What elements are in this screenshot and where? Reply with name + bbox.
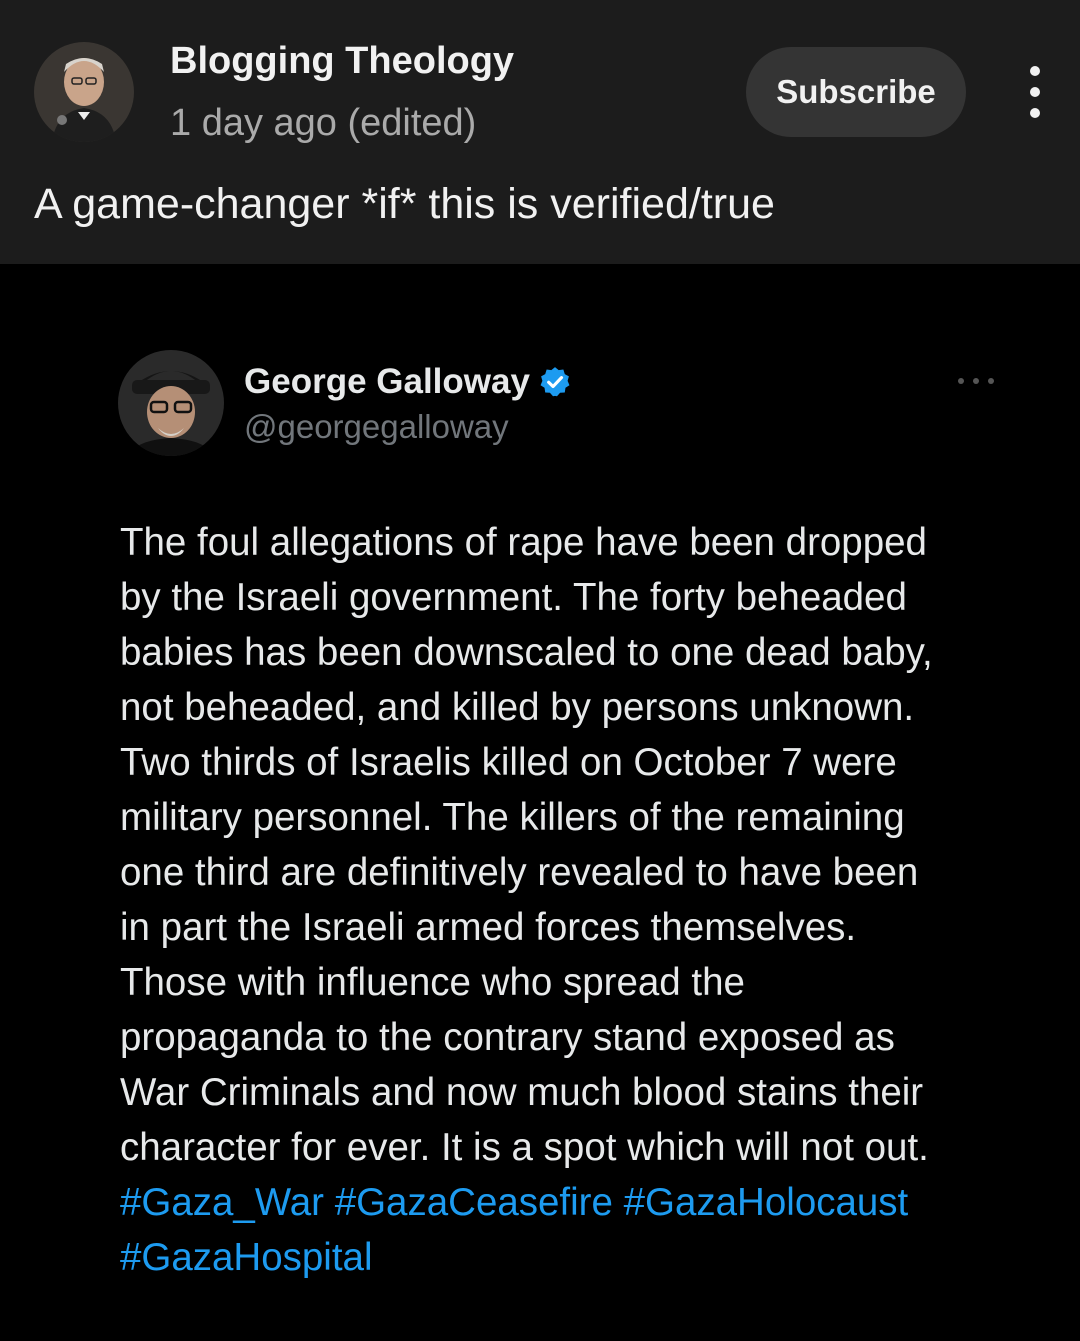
post-text: A game-changer *if* this is verified/tru… [34, 180, 775, 228]
tweet-line: Those with influence who spread the [120, 961, 745, 1004]
tweet-line: character for ever. It is a spot which w… [120, 1126, 929, 1169]
post-header: Blogging Theology 1 day ago (edited) Sub… [0, 0, 1080, 264]
tweet-line: one third are definitively revealed to h… [120, 851, 919, 894]
hashtag-line: #GazaHospital [120, 1230, 1020, 1285]
subscribe-button[interactable]: Subscribe [746, 47, 966, 137]
tweet-menu-dot [958, 378, 964, 384]
tweet-line: by the Israeli government. The forty beh… [120, 576, 907, 619]
tweet-line: babies has been downscaled to one dead b… [120, 631, 933, 674]
tweet-line: Two thirds of Israelis killed on October… [120, 741, 897, 784]
menu-dot [1030, 87, 1040, 97]
channel-avatar[interactable] [34, 42, 134, 142]
tweet-menu-dot [988, 378, 994, 384]
vertical-ellipsis-icon[interactable] [1010, 66, 1060, 118]
tweet-line: military personnel. The killers of the r… [120, 796, 905, 839]
post-timestamp: 1 day ago (edited) [170, 102, 477, 144]
menu-dot [1030, 66, 1040, 76]
verified-badge-icon [538, 365, 572, 399]
channel-name[interactable]: Blogging Theology [170, 40, 514, 83]
tweet-line: in part the Israeli armed forces themsel… [120, 906, 857, 949]
horizontal-ellipsis-icon [958, 376, 994, 386]
tweet-author-name-text: George Galloway [244, 362, 530, 401]
tweet-line: War Criminals and now much blood stains … [120, 1071, 924, 1114]
hashtag: #Gaza_War [120, 1181, 324, 1224]
tweet-menu-dot [973, 378, 979, 384]
tweet-author-avatar [118, 350, 224, 456]
hashtag: #GazaCeasefire [334, 1181, 613, 1224]
tweet-line: not beheaded, and killed by persons unkn… [120, 686, 915, 729]
tweet-line: The foul allegations of rape have been d… [120, 521, 927, 564]
hashtag: #GazaHospital [120, 1236, 373, 1279]
tweet-line: propaganda to the contrary stand exposed… [120, 1016, 895, 1059]
hashtag-line: #Gaza_War #GazaCeasefire #GazaHolocaust [120, 1175, 1020, 1230]
hashtag: #GazaHolocaust [623, 1181, 909, 1224]
tweet-author-name: George Galloway [244, 362, 572, 402]
tweet-author-handle: @georgegalloway [244, 408, 509, 445]
menu-dot [1030, 108, 1040, 118]
tweet-body: The foul allegations of rape have been d… [120, 515, 1020, 1285]
